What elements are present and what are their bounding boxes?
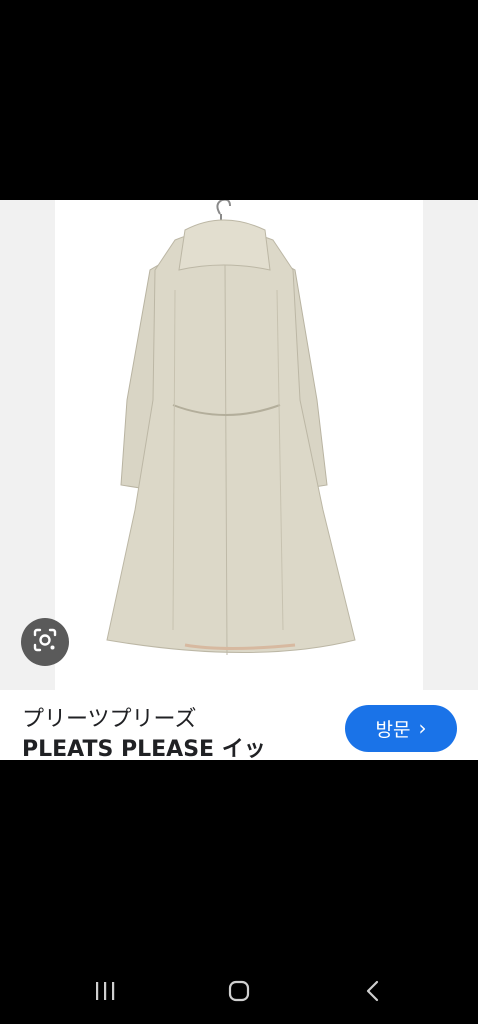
chevron-right-icon: ›	[418, 715, 427, 740]
lens-button[interactable]	[21, 618, 69, 666]
home-icon	[227, 979, 251, 1007]
home-button[interactable]	[219, 978, 259, 1008]
back-button[interactable]	[353, 978, 393, 1008]
google-lens-icon	[32, 627, 58, 657]
back-icon	[363, 979, 383, 1007]
product-info-bar[interactable]: プリーツプリーズ PLEATS PLEASE イッ 방문 ›	[0, 690, 478, 760]
system-navigation-bar	[0, 960, 478, 1024]
product-title[interactable]: プリーツプリーズ PLEATS PLEASE イッ	[22, 705, 322, 760]
recent-apps-button[interactable]	[85, 978, 125, 1008]
product-title-line1: プリーツプリーズ	[22, 707, 197, 732]
coat-image	[106, 200, 356, 656]
visit-button-label: 방문	[375, 719, 411, 741]
product-title-line2: PLEATS PLEASE イッ	[22, 737, 266, 760]
visit-button[interactable]: 방문 ›	[345, 705, 457, 752]
product-image-area[interactable]	[0, 200, 478, 690]
product-photo[interactable]	[55, 200, 423, 690]
recent-apps-icon	[93, 980, 117, 1006]
